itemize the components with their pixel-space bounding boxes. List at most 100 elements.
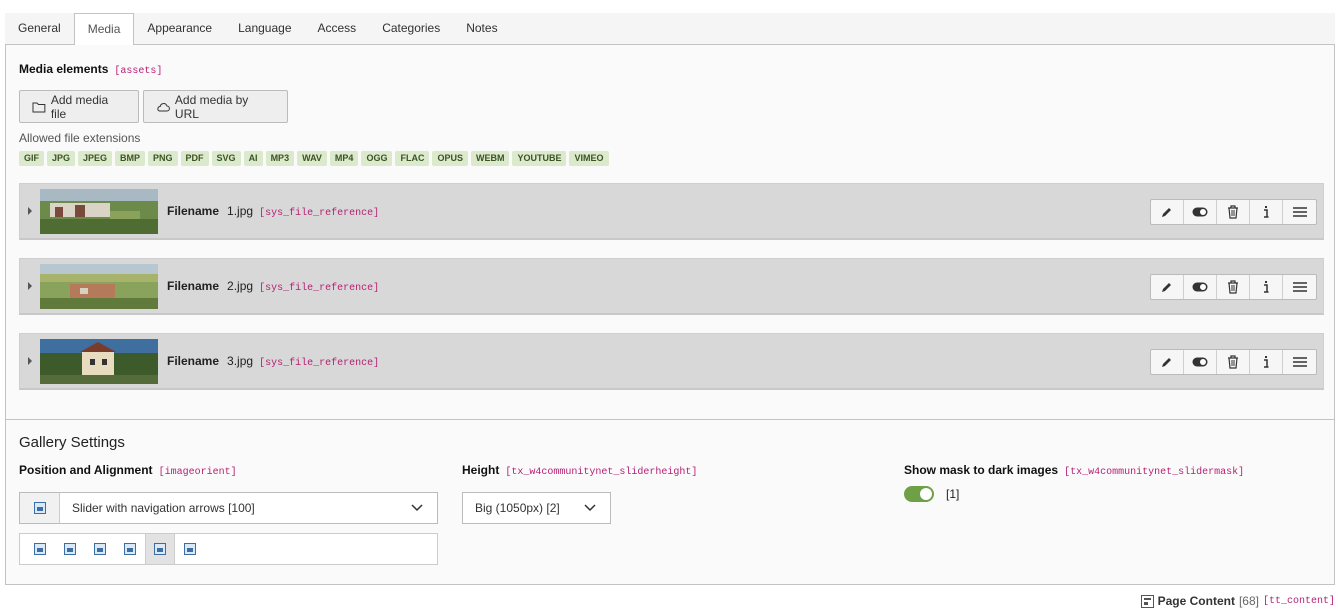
- trash-icon[interactable]: [1217, 350, 1250, 374]
- file-row-1[interactable]: Filename 1.jpg [sys_file_reference]: [19, 183, 1324, 240]
- extension-badge: MP3: [265, 151, 295, 166]
- drag-handle-icon[interactable]: [1283, 275, 1316, 299]
- extension-badge: JPG: [47, 151, 76, 166]
- expand-caret-icon[interactable]: [28, 282, 32, 290]
- extension-badge: OGG: [361, 151, 393, 166]
- chevron-down-icon: [584, 504, 596, 512]
- record-footer: Page Content [68] [tt_content]: [1140, 594, 1335, 608]
- tab-media[interactable]: Media: [73, 13, 135, 46]
- mask-heading: Show mask to dark images [tx_w4communityn…: [904, 463, 1244, 478]
- info-icon[interactable]: [1250, 200, 1283, 224]
- position-code: [imageorient]: [158, 467, 237, 478]
- file-title-1: Filename 1.jpg [sys_file_reference]: [167, 204, 379, 219]
- height-heading: Height [tx_w4communitynet_sliderheight]: [462, 463, 697, 478]
- extension-badge: BMP: [115, 151, 146, 166]
- filename-label: Filename: [167, 279, 220, 293]
- extension-badge: PNG: [148, 151, 178, 166]
- toggle-visibility-icon[interactable]: [1184, 200, 1217, 224]
- footer-code: [tt_content]: [1262, 595, 1335, 607]
- align-slider-arrows-icon[interactable]: [145, 534, 175, 564]
- edit-pencil-icon[interactable]: [1151, 200, 1184, 224]
- add-media-url-label: Add media by URL: [174, 92, 249, 121]
- position-alignment-heading: Position and Alignment [imageorient]: [19, 463, 237, 478]
- add-media-url-button[interactable]: Add media by URL: [143, 90, 288, 123]
- mask-label: Show mask to dark images: [904, 463, 1059, 477]
- file-row-3[interactable]: Filename 3.jpg [sys_file_reference]: [19, 333, 1324, 390]
- mask-toggle[interactable]: [904, 486, 934, 502]
- tab-categories[interactable]: Categories: [369, 13, 453, 45]
- toggle-visibility-icon[interactable]: [1184, 350, 1217, 374]
- file-actions-1: [1150, 199, 1317, 225]
- thumbnail-2: [40, 264, 158, 309]
- gallery-settings-title: Gallery Settings: [19, 434, 125, 451]
- expand-caret-icon[interactable]: [28, 207, 32, 215]
- extension-badge: VIMEO: [569, 151, 609, 166]
- media-elements-code: [assets]: [114, 66, 163, 77]
- file-code: [sys_file_reference]: [259, 208, 380, 219]
- edit-pencil-icon[interactable]: [1151, 275, 1184, 299]
- mask-code: [tx_w4communitynet_slidermask]: [1064, 467, 1245, 478]
- alignment-options: [19, 533, 438, 565]
- file-code: [sys_file_reference]: [259, 358, 380, 369]
- drag-handle-icon[interactable]: [1283, 350, 1316, 374]
- extension-badge: SVG: [211, 151, 241, 166]
- folder-icon: [32, 102, 46, 112]
- align-intext-right-icon[interactable]: [85, 534, 115, 564]
- align-intext-left-icon[interactable]: [115, 534, 145, 564]
- cloud-icon: [157, 102, 170, 111]
- extension-badge: WAV: [297, 151, 327, 166]
- extension-badge: OPUS: [432, 151, 468, 166]
- page-content-icon: [1140, 594, 1154, 608]
- height-label: Height: [462, 463, 500, 477]
- tab-access[interactable]: Access: [305, 13, 370, 45]
- extension-badge: YOUTUBE: [512, 151, 567, 166]
- section-divider: [6, 419, 1334, 420]
- file-actions-2: [1150, 274, 1317, 300]
- extension-badge: MP4: [329, 151, 359, 166]
- tab-general[interactable]: General: [5, 13, 74, 45]
- tab-notes[interactable]: Notes: [453, 13, 510, 45]
- info-icon[interactable]: [1250, 275, 1283, 299]
- file-row-2[interactable]: Filename 2.jpg [sys_file_reference]: [19, 258, 1324, 315]
- height-code: [tx_w4communitynet_sliderheight]: [505, 467, 698, 478]
- toggle-visibility-icon[interactable]: [1184, 275, 1217, 299]
- filename-label: Filename: [167, 354, 220, 368]
- media-panel: Media elements [assets] Add media file Ad…: [5, 45, 1335, 585]
- chevron-down-icon: [411, 504, 423, 512]
- expand-caret-icon[interactable]: [28, 357, 32, 365]
- info-icon[interactable]: [1250, 350, 1283, 374]
- add-media-file-label: Add media file: [50, 92, 109, 121]
- add-media-file-button[interactable]: Add media file: [19, 90, 139, 123]
- edit-pencil-icon[interactable]: [1151, 350, 1184, 374]
- file-code: [sys_file_reference]: [259, 283, 380, 294]
- footer-label: Page Content: [1157, 594, 1235, 608]
- allowed-extensions-label: Allowed file extensions: [19, 131, 141, 145]
- align-above-center-icon[interactable]: [25, 534, 55, 564]
- tab-language[interactable]: Language: [225, 13, 304, 45]
- position-select-value: Slider with navigation arrows [100]: [72, 501, 255, 515]
- footer-id: [68]: [1238, 594, 1259, 608]
- height-select-value: Big (1050px) [2]: [475, 501, 560, 515]
- extension-badge: AI: [243, 151, 263, 166]
- trash-icon[interactable]: [1217, 200, 1250, 224]
- media-elements-label: Media elements: [19, 62, 109, 76]
- align-slider-icon[interactable]: [175, 534, 205, 564]
- align-below-center-icon[interactable]: [55, 534, 85, 564]
- extension-badge: GIF: [19, 151, 44, 166]
- filename-label: Filename: [167, 204, 220, 218]
- trash-icon[interactable]: [1217, 275, 1250, 299]
- position-label: Position and Alignment: [19, 463, 153, 477]
- filename-value: 2.jpg: [227, 279, 254, 293]
- thumbnail-3: [40, 339, 158, 384]
- height-select[interactable]: Big (1050px) [2]: [462, 492, 611, 524]
- tab-bar: General Media Appearance Language Access…: [5, 13, 1335, 46]
- extension-badge: JPEG: [78, 151, 113, 166]
- extension-badge: PDF: [180, 151, 209, 166]
- filename-value: 3.jpg: [227, 354, 254, 368]
- drag-handle-icon[interactable]: [1283, 200, 1316, 224]
- file-title-3: Filename 3.jpg [sys_file_reference]: [167, 354, 379, 369]
- extension-badge: FLAC: [395, 151, 430, 166]
- position-select[interactable]: Slider with navigation arrows [100]: [19, 492, 438, 524]
- file-title-2: Filename 2.jpg [sys_file_reference]: [167, 279, 379, 294]
- tab-appearance[interactable]: Appearance: [134, 13, 225, 45]
